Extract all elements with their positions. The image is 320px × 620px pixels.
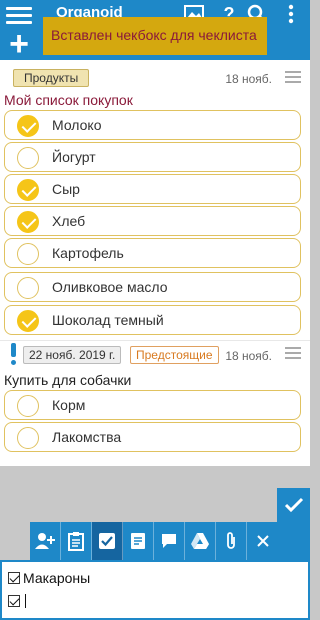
item-label: Лакомства [52, 429, 122, 445]
note-date: 18 нояб. [225, 349, 272, 363]
checklist-item[interactable]: Шоколад темный [4, 305, 301, 335]
drag-handle-icon[interactable] [285, 347, 301, 362]
note-title: Мой список покупок [4, 92, 133, 108]
toast-message: Вставлен чекбокс для чеклиста [43, 17, 267, 55]
confirm-button[interactable] [277, 488, 310, 522]
drive-icon[interactable] [185, 522, 216, 560]
reminder-date[interactable]: 22 нояб. 2019 г. [23, 346, 122, 364]
editor-toolbar [30, 522, 310, 560]
editor-line[interactable] [8, 594, 26, 608]
unchecked-icon[interactable] [17, 243, 39, 265]
divider [0, 340, 310, 341]
comment-icon[interactable] [154, 522, 185, 560]
category-tag[interactable]: Продукты [13, 69, 90, 87]
clipboard-icon[interactable] [61, 522, 92, 560]
note-title: Купить для собачки [4, 372, 132, 388]
checkbox-icon[interactable] [92, 522, 123, 560]
checked-icon[interactable] [17, 179, 39, 201]
checked-icon[interactable] [17, 211, 39, 233]
checklist-item[interactable]: Молоко [4, 110, 301, 140]
checklist-item[interactable]: Лакомства [4, 422, 301, 452]
item-label: Молоко [52, 117, 102, 133]
checked-icon[interactable] [17, 115, 39, 137]
check-icon [284, 497, 303, 513]
unchecked-icon[interactable] [17, 395, 39, 417]
item-label: Шоколад темный [52, 312, 164, 328]
checklist-item[interactable]: Йогурт [4, 142, 301, 172]
editor-line[interactable]: Макароны [8, 570, 90, 586]
item-label: Картофель [52, 245, 124, 261]
checkbox-glyph-icon [8, 572, 20, 584]
status-badge[interactable]: Предстоящие [130, 346, 219, 364]
attach-icon[interactable] [216, 522, 247, 560]
more-vert-icon[interactable] [280, 4, 302, 26]
checklist-item[interactable]: Хлеб [4, 206, 301, 236]
unchecked-icon[interactable] [17, 427, 39, 449]
unchecked-icon[interactable] [17, 147, 39, 169]
checkbox-glyph-icon [8, 595, 20, 607]
note-header: Продукты 18 нояб. [0, 64, 310, 92]
drag-handle-icon[interactable] [285, 71, 301, 86]
checklist-item[interactable]: Оливковое масло [4, 272, 301, 302]
unchecked-icon[interactable] [17, 277, 39, 299]
note-editor[interactable]: Макароны [0, 560, 310, 620]
checklist-item[interactable]: Корм [4, 390, 301, 420]
checklist-item[interactable]: Сыр [4, 174, 301, 204]
item-label: Йогурт [52, 149, 96, 165]
add-contact-icon[interactable] [30, 522, 61, 560]
menu-icon[interactable] [6, 4, 32, 26]
checked-icon[interactable] [17, 310, 39, 332]
priority-icon [11, 343, 16, 365]
editor-line-text: Макароны [23, 570, 91, 586]
note-icon[interactable] [123, 522, 154, 560]
note-date: 18 нояб. [225, 72, 272, 86]
notes-list: Продукты 18 нояб. Мой список покупок Мол… [0, 60, 310, 466]
item-label: Корм [52, 397, 86, 413]
item-label: Хлеб [52, 213, 86, 229]
checklist-item[interactable]: Картофель [4, 238, 301, 268]
item-label: Сыр [52, 181, 80, 197]
item-label: Оливковое масло [52, 279, 168, 295]
text-cursor [25, 594, 26, 608]
close-icon[interactable] [247, 522, 278, 560]
add-icon[interactable]: + [5, 27, 33, 61]
